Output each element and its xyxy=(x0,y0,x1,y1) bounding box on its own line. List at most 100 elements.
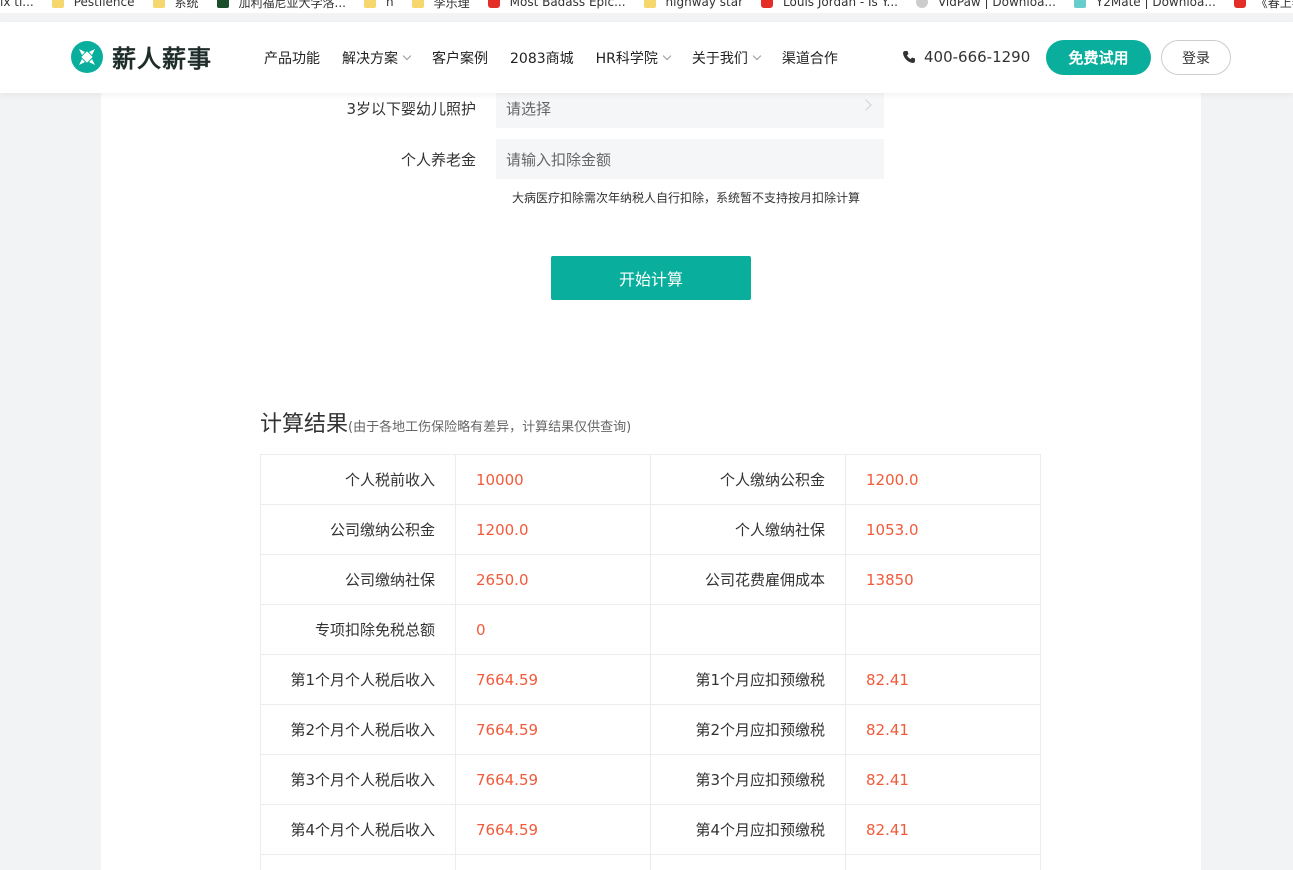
nav-item-solutions[interactable]: 解决方案 xyxy=(342,48,412,68)
result-value: 2650.0 xyxy=(455,554,651,605)
result-label: 第2个月个人税后收入 xyxy=(260,704,456,755)
bookmark-item[interactable]: 《春上春季》 xyxy=(1233,0,1293,11)
result-value: 0 xyxy=(455,604,651,655)
result-value: 1053.0 xyxy=(845,504,1041,555)
result-value: 1200.0 xyxy=(455,504,651,555)
result-label: 第1个月应扣预缴税 xyxy=(650,654,846,705)
result-label xyxy=(650,604,846,655)
chevron-down-icon xyxy=(662,51,672,60)
form-row-pension: 个人养老金 请输入扣除金额 xyxy=(101,139,884,179)
folder-icon xyxy=(364,0,376,8)
bookmark-item[interactable]: Most Badass Epic... xyxy=(487,0,626,9)
result-value xyxy=(455,854,651,870)
folder-icon xyxy=(411,0,424,8)
start-calculation-button[interactable]: 开始计算 xyxy=(551,256,751,300)
nav-item-cases[interactable]: 客户案例 xyxy=(432,48,488,68)
youtube-icon xyxy=(761,0,774,8)
result-value: 7664.59 xyxy=(455,704,651,755)
result-title: 计算结果 xyxy=(260,412,349,437)
table-row: 公司缴纳社保 2650.0 公司花费雇佣成本 13850 xyxy=(260,554,1041,605)
phone-number: 400-666-1290 xyxy=(924,48,1031,66)
result-value: 82.41 xyxy=(845,654,1041,705)
result-subtitle: (由于各地工伤保险略有差异，计算结果仅供查询) xyxy=(348,420,632,435)
bookmark-item[interactable]: highway star xyxy=(643,0,743,9)
play-icon xyxy=(216,0,229,8)
result-label: 个人缴纳社保 xyxy=(650,504,846,555)
result-value: 7664.59 xyxy=(455,754,651,805)
result-value: 1200.0 xyxy=(845,454,1041,505)
result-label: 第2个月应扣预缴税 xyxy=(650,704,846,755)
result-label: 专项扣除免税总额 xyxy=(260,604,456,655)
result-label: 第3个月个人税后收入 xyxy=(260,754,456,805)
result-label xyxy=(260,854,456,870)
result-label: 个人税前收入 xyxy=(260,454,456,505)
table-row: 第1个月个人税后收入 7664.59 第1个月应扣预缴税 82.41 xyxy=(260,654,1041,705)
table-row: 公司缴纳公积金 1200.0 个人缴纳社保 1053.0 xyxy=(260,504,1041,555)
folder-icon xyxy=(152,0,165,8)
bookmark-item[interactable]: 李乐理 xyxy=(411,0,470,11)
bookmark-item[interactable]: Louis Jordan - Is Y... xyxy=(761,0,898,9)
brand-name: 薪人薪事 xyxy=(112,45,212,73)
result-label: 第4个月个人税后收入 xyxy=(260,804,456,855)
free-trial-button[interactable]: 免费试用 xyxy=(1046,40,1151,75)
phone-icon xyxy=(903,51,915,63)
result-label: 第4个月应扣预缴税 xyxy=(650,804,846,855)
table-row: 第4个月个人税后收入 7664.59 第4个月应扣预缴税 82.41 xyxy=(260,804,1041,855)
table-row: 个人税前收入 10000 个人缴纳公积金 1200.0 xyxy=(260,454,1041,505)
result-heading: 计算结果 (由于各地工伤保险略有差异，计算结果仅供查询) xyxy=(260,406,631,438)
nav-item-channel[interactable]: 渠道合作 xyxy=(782,48,838,68)
brand-logo[interactable]: 薪人薪事 xyxy=(70,39,212,74)
nav-item-mall[interactable]: 2083商城 xyxy=(510,48,574,68)
result-value: 82.41 xyxy=(845,704,1041,755)
result-value: 7664.59 xyxy=(455,654,651,705)
phone-contact[interactable]: 400-666-1290 xyxy=(902,48,1030,66)
result-value: 13850 xyxy=(845,554,1041,605)
nav-item-hr-academy[interactable]: HR科学院 xyxy=(596,48,672,68)
bookmark-item[interactable]: Y2Mate | Downloa... xyxy=(1073,0,1216,9)
main-nav: 产品功能 解决方案 客户案例 2083商城 HR科学院 关于我们 渠道合作 xyxy=(264,22,860,93)
bookmark-item[interactable]: ix ti... xyxy=(0,0,34,9)
table-row: 第3个月个人税后收入 7664.59 第3个月应扣预缴税 82.41 xyxy=(260,754,1041,805)
youtube-icon xyxy=(1233,0,1246,8)
field-label: 个人养老金 xyxy=(400,150,476,169)
result-value: 10000 xyxy=(455,454,651,505)
chevron-down-icon xyxy=(752,51,762,60)
result-table: 个人税前收入 10000 个人缴纳公积金 1200.0 公司缴纳公积金 1200.0 个人缴… xyxy=(260,454,1041,870)
medical-deduction-note: 大病医疗扣除需次年纳税人自行扣除，系统暂不支持按月扣除计算 xyxy=(512,191,861,205)
result-label: 公司缴纳公积金 xyxy=(260,504,456,555)
table-row: 第2个月个人税后收入 7664.59 第2个月应扣预缴税 82.41 xyxy=(260,704,1041,755)
folder-icon xyxy=(643,0,656,8)
bookmark-item[interactable]: Pestilence xyxy=(51,0,135,9)
bookmark-item[interactable]: 系统 xyxy=(152,0,199,11)
result-label: 个人缴纳公积金 xyxy=(650,454,846,505)
bookmark-item[interactable]: 加利福尼亚大学洛... xyxy=(216,0,346,11)
calculator-card: 3岁以下婴幼儿照护 请选择 个人养老金 请输入扣除金额 大病医疗扣除需次年纳税人… xyxy=(101,88,1201,870)
bookmark-item[interactable]: VidPaw | Downloa... xyxy=(915,0,1056,9)
result-label: 公司花费雇佣成本 xyxy=(650,554,846,605)
result-label: 第3个月应扣预缴税 xyxy=(650,754,846,805)
chevron-down-icon xyxy=(402,51,412,60)
infant-care-select[interactable]: 请选择 xyxy=(496,88,884,128)
nav-item-product[interactable]: 产品功能 xyxy=(264,48,320,68)
panda-icon xyxy=(915,0,928,8)
result-value xyxy=(845,854,1041,870)
result-label: 第1个月个人税后收入 xyxy=(260,654,456,705)
pension-input[interactable]: 请输入扣除金额 xyxy=(496,139,884,179)
result-value: 82.41 xyxy=(845,804,1041,855)
youtube-icon xyxy=(487,0,500,8)
result-value xyxy=(845,604,1041,655)
table-row: 专项扣除免税总额 0 xyxy=(260,604,1041,655)
result-label xyxy=(650,854,846,870)
logo-icon xyxy=(71,40,103,73)
field-label: 3岁以下婴幼儿照护 xyxy=(346,99,476,118)
chevron-right-icon xyxy=(860,99,872,111)
bookmarks-bar: ix ti... Pestilence 系统 加利福尼亚大学洛... n 李乐理… xyxy=(0,0,1293,13)
download-icon xyxy=(1073,0,1086,8)
bookmark-item[interactable]: n xyxy=(364,0,394,9)
nav-item-about[interactable]: 关于我们 xyxy=(692,48,762,68)
result-value: 7664.59 xyxy=(455,804,651,855)
folder-icon xyxy=(51,0,64,8)
login-button[interactable]: 登录 xyxy=(1161,40,1231,75)
result-label: 公司缴纳社保 xyxy=(260,554,456,605)
site-header: 薪人薪事 产品功能 解决方案 客户案例 2083商城 HR科学院 关于我们 渠道… xyxy=(0,22,1293,93)
